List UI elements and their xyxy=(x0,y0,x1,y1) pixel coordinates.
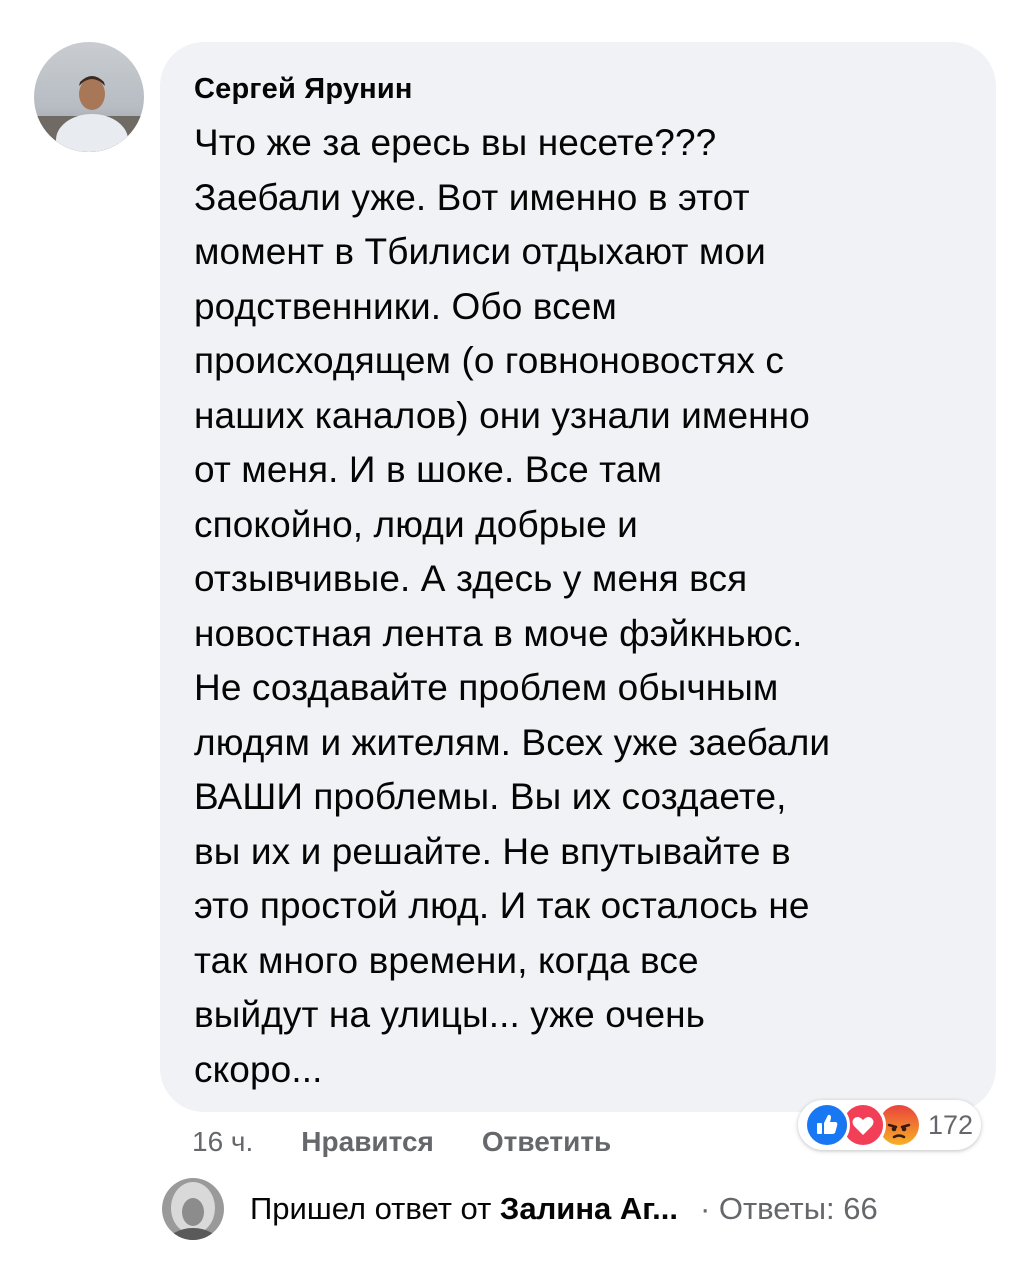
like-button[interactable]: Нравится xyxy=(301,1126,434,1158)
comment-line: вы их и решайте. Не впутывайте в xyxy=(194,830,791,872)
comment-line: наших каналов) они узнали именно xyxy=(194,394,810,436)
comment-bubble: Сергей Ярунин Что же за ересь вы несете?… xyxy=(160,42,996,1112)
comment-line: так много времени, когда все xyxy=(194,939,699,981)
comment-actions: 16 ч. Нравится Ответить xyxy=(192,1120,611,1164)
comment-line: выйдут на улицы... уже очень xyxy=(194,994,706,1035)
comment-line: это простой люд. И так осталось не xyxy=(194,885,810,926)
comment-line: момент в Тбилиси отдыхают мои xyxy=(194,231,766,272)
reply-avatar xyxy=(162,1178,224,1240)
comment-line: Заебали уже. Вот именно в этот xyxy=(194,176,750,218)
comment-line: от меня. И в шоке. Все там xyxy=(194,449,663,490)
comment-timestamp[interactable]: 16 ч. xyxy=(192,1126,253,1158)
comment-line: спокойно, люди добрые и xyxy=(194,503,638,545)
comment-line: людям и жителям. Всех уже заебали xyxy=(194,721,831,763)
like-icon xyxy=(804,1102,850,1148)
comment-line: отзывчивые. А здесь у меня вся xyxy=(194,558,748,599)
reply-button[interactable]: Ответить xyxy=(482,1126,611,1158)
comment-line: происходящем (о говноновостях с xyxy=(194,340,784,381)
author-avatar-photo xyxy=(34,42,144,152)
reactions-count: 172 xyxy=(928,1109,974,1140)
comment-line: скоро... xyxy=(194,1048,323,1090)
comment-line: родственники. Обо всем xyxy=(194,285,617,327)
reply-author-name: Залина Аг... xyxy=(499,1191,678,1226)
replies-prefix: Пришел ответ от xyxy=(250,1191,492,1226)
author-avatar[interactable] xyxy=(34,42,144,152)
comment-line: Что же за ересь вы несете??? xyxy=(194,122,717,163)
comment-line: новостная лента в моче фэйкньюс. xyxy=(194,612,803,654)
comment-line: Не создавайте проблем обычным xyxy=(194,667,779,708)
comment-line: ВАШИ проблемы. Вы их создаете, xyxy=(194,776,787,817)
comment-text: Что же за ересь вы несете??? Заебали уже… xyxy=(194,116,962,1097)
replies-label[interactable]: Пришел ответ от Залина Аг... xyxy=(250,1191,678,1227)
comment-author[interactable]: Сергей Ярунин xyxy=(194,70,962,108)
reactions-summary[interactable]: 172 xyxy=(798,1100,982,1150)
view-replies[interactable]: Пришел ответ от Залина Аг... · Ответы: 6… xyxy=(162,1176,1002,1242)
replies-count[interactable]: · Ответы: 66 xyxy=(700,1191,878,1227)
